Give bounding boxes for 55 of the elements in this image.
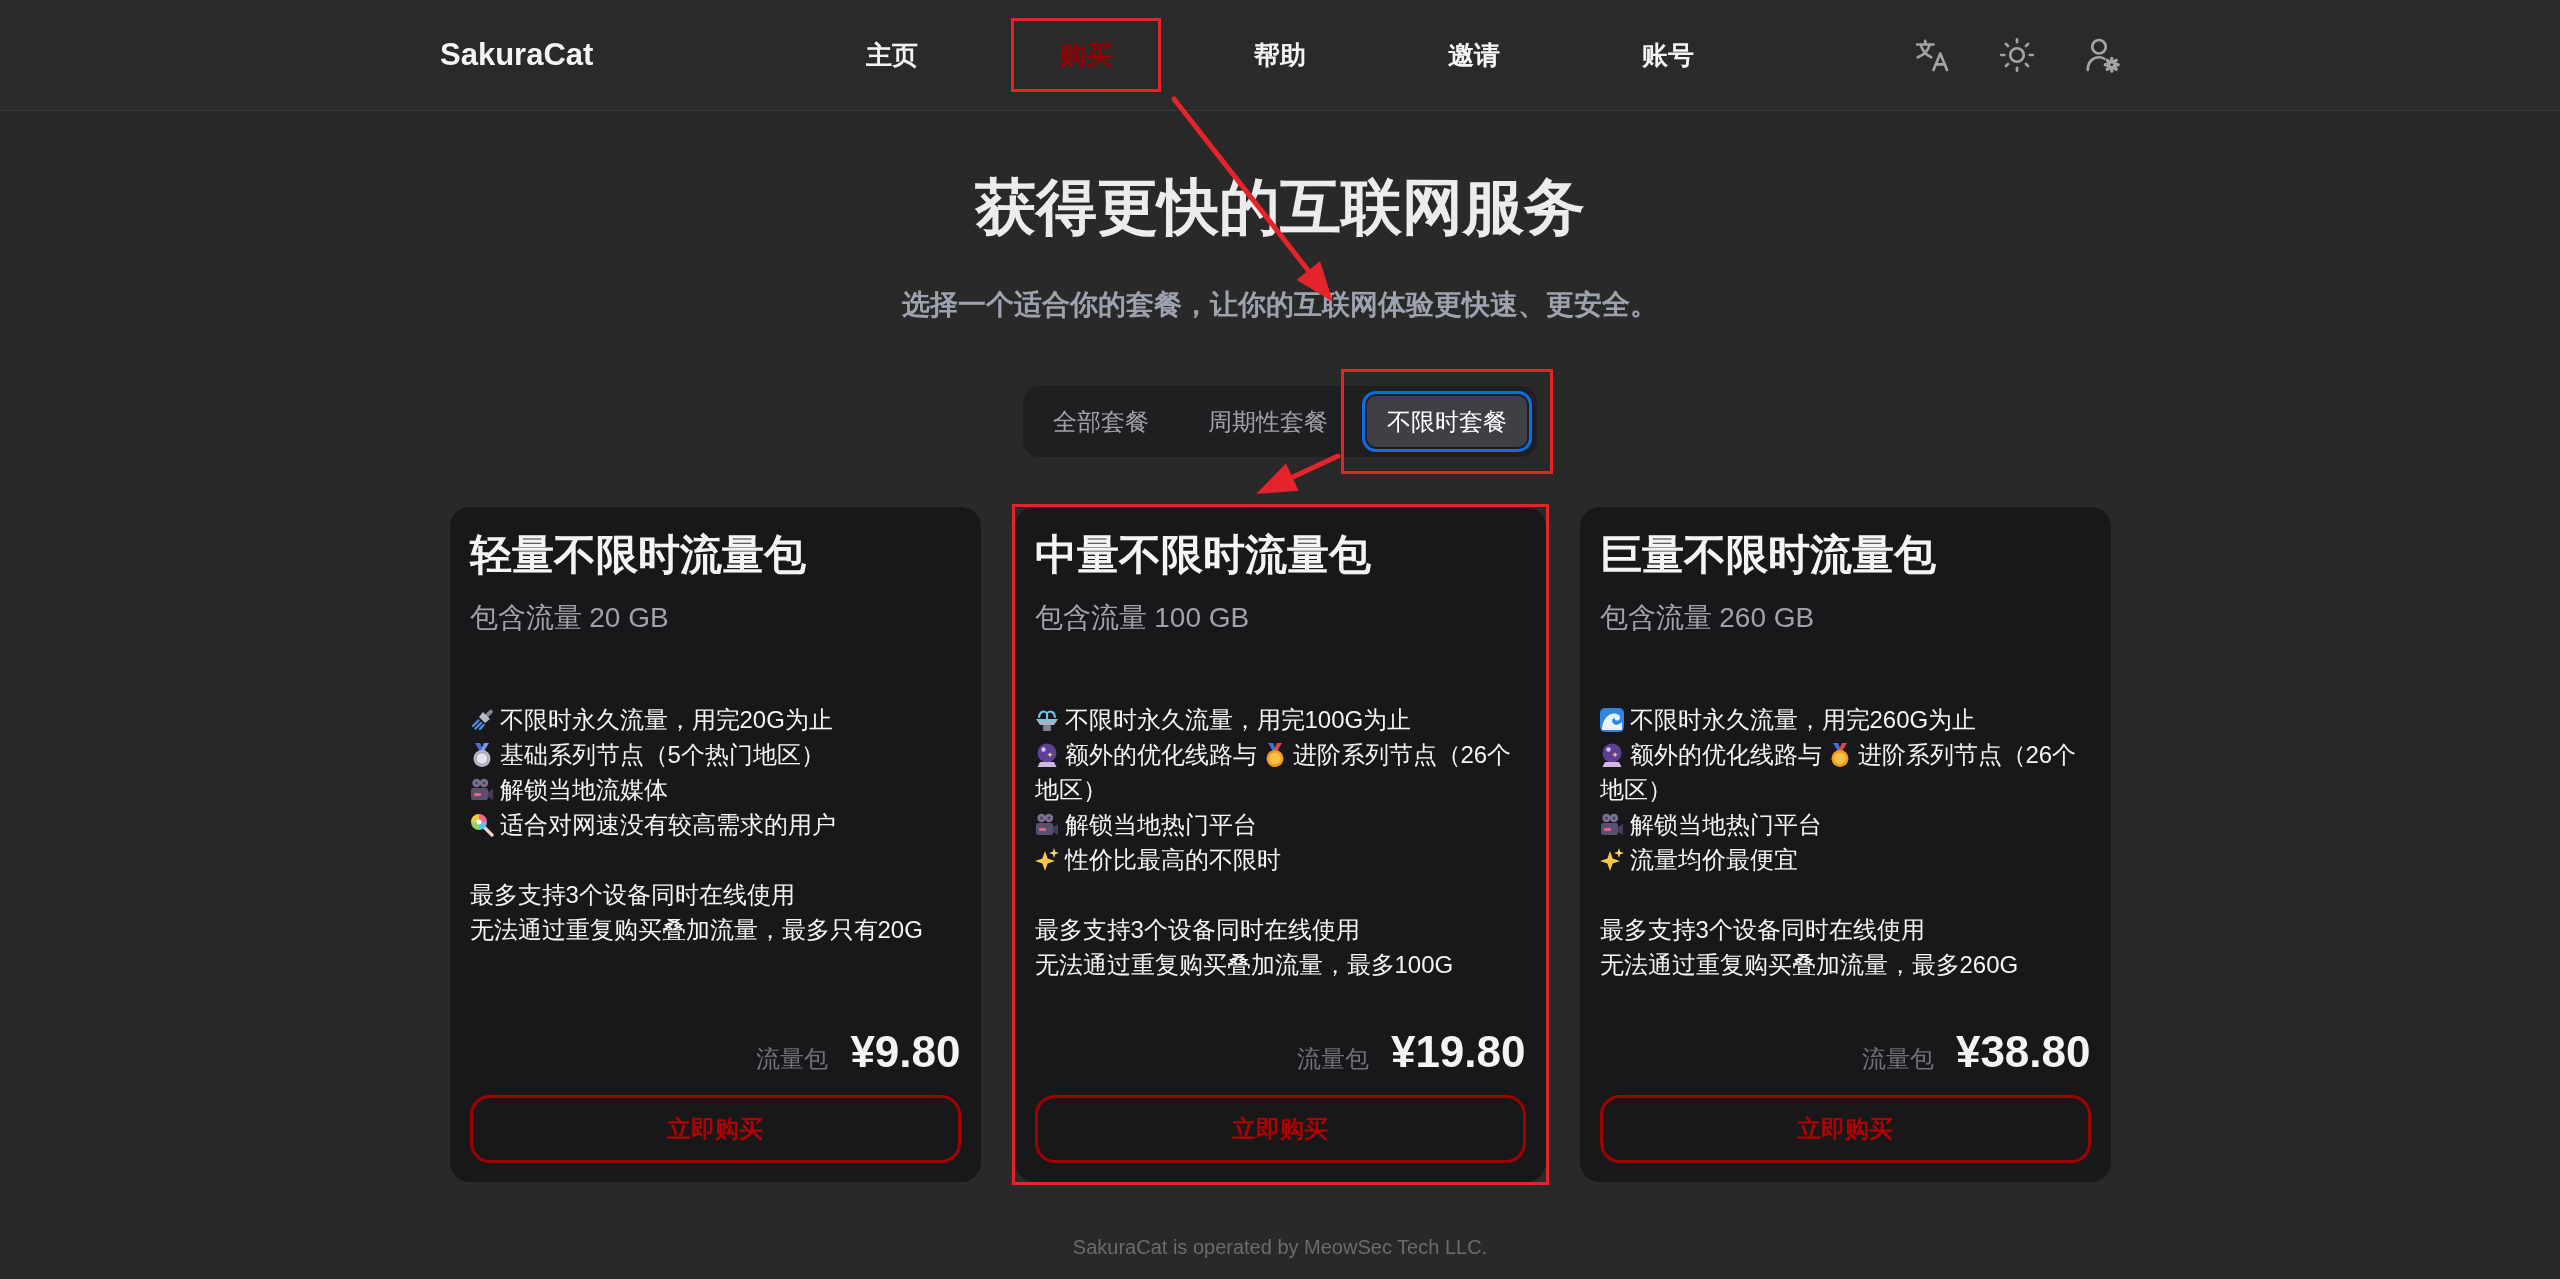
feature-text: 基础系列节点（5个热门地区） (499, 741, 825, 768)
plan-traffic: 包含流量 260 GB (1599, 601, 1815, 635)
price-text: ¥38.80 (1955, 1026, 2091, 1078)
feature-text: 不限时永久流量，用完100G为止 (1064, 706, 1412, 733)
movie-camera-icon (1599, 813, 1624, 837)
plan-title: 轻量不限时流量包 (469, 530, 806, 580)
footer-text: SakuraCat is operated by MeowSec Tech LLC. (1072, 1236, 1488, 1258)
feature-text: 解锁当地热门平台 (1064, 811, 1257, 838)
nav-link[interactable]: 账号 (1612, 27, 1724, 83)
sparkles-icon (1599, 848, 1624, 872)
note-text: 无法通过重复购买叠加流量，最多只有20G (469, 916, 923, 943)
user-settings-icon[interactable] (2084, 37, 2120, 73)
feature-text: 进阶系列节点（26个 (1857, 741, 2077, 768)
plan-traffic: 包含流量 20 GB (469, 601, 669, 635)
feature-text: 适合对网速没有较高需求的用户 (499, 811, 836, 838)
feature-text: 解锁当地流媒体 (499, 776, 668, 803)
price-unit: 流量包 (1861, 1044, 1934, 1074)
note-text: 最多支持3个设备同时在线使用 (469, 881, 795, 908)
price-text: ¥19.80 (1390, 1026, 1526, 1078)
note-text: 无法通过重复购买叠加流量，最多260G (1599, 951, 2019, 978)
feature-text: 不限时永久流量，用完20G为止 (499, 706, 833, 733)
feature-text: 额外的优化线路与 (1064, 741, 1257, 768)
price-text: ¥9.80 (850, 1026, 961, 1078)
note-text: 最多支持3个设备同时在线使用 (1599, 916, 1925, 943)
note-text: 无法通过重复购买叠加流量，最多100G (1034, 951, 1454, 978)
shower-head-icon (469, 708, 494, 732)
lollipop-icon (469, 813, 494, 837)
feature-text: 地区） (1599, 776, 1672, 803)
wave-icon (1599, 708, 1624, 732)
movie-camera-icon (1034, 813, 1059, 837)
note-text: 最多支持3个设备同时在线使用 (1034, 916, 1360, 943)
plan-tab[interactable]: 全部套餐 (1028, 391, 1174, 452)
feature-text: 额外的优化线路与 (1629, 741, 1822, 768)
sun-icon[interactable] (1999, 37, 2035, 73)
sparkles-icon (1034, 848, 1059, 872)
movie-camera-icon (469, 778, 494, 802)
translate-icon[interactable] (1914, 37, 1950, 73)
plan-title: 中量不限时流量包 (1034, 530, 1371, 580)
price-unit: 流量包 (1296, 1044, 1369, 1074)
nav-link[interactable]: 主页 (836, 27, 948, 83)
feature-text: 地区） (1034, 776, 1107, 803)
nav-link[interactable]: 帮助 (1224, 27, 1336, 83)
price-unit: 流量包 (756, 1044, 829, 1074)
plan-traffic: 包含流量 100 GB (1034, 601, 1250, 635)
fountain-icon (1034, 708, 1059, 732)
plan-title: 巨量不限时流量包 (1599, 530, 1936, 580)
nav-link[interactable]: 邀请 (1418, 27, 1530, 83)
feature-text: 不限时永久流量，用完260G为止 (1629, 706, 1977, 733)
feature-text: 解锁当地热门平台 (1629, 811, 1822, 838)
feature-text: 性价比最高的不限时 (1064, 846, 1281, 873)
feature-text: 流量均价最便宜 (1629, 846, 1798, 873)
plan-tab[interactable]: 周期性套餐 (1183, 391, 1353, 452)
plan-tab[interactable]: 不限时套餐 (1362, 391, 1532, 452)
feature-text: 进阶系列节点（26个 (1292, 741, 1512, 768)
logo[interactable]: SakuraCat (440, 37, 594, 73)
